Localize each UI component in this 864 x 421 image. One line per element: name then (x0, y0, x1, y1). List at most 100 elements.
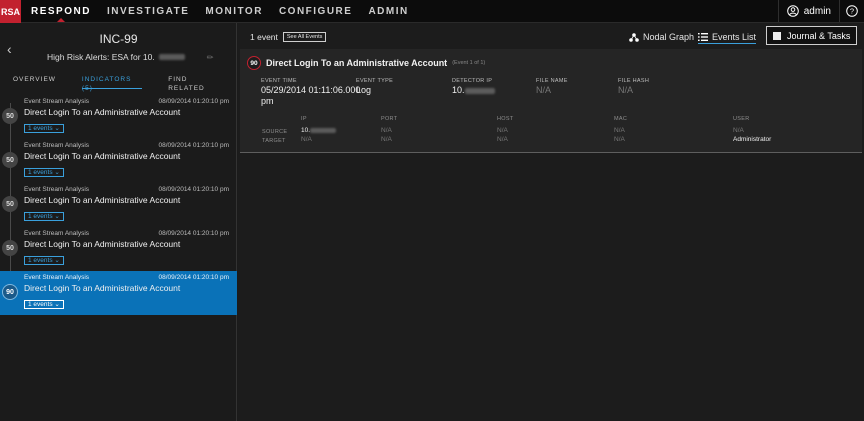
nav-monitor[interactable]: MONITOR (197, 0, 271, 22)
risk-score-badge: 50 (2, 240, 18, 256)
indicator-time: 08/09/2014 01:20:10 pm (158, 142, 229, 149)
events-count-label: 1 events (28, 169, 53, 176)
indicator-title: Direct Login To an Administrative Accoun… (24, 107, 181, 117)
svg-text:?: ? (850, 7, 854, 16)
indicator-title: Direct Login To an Administrative Accoun… (24, 239, 181, 249)
events-count-label: 1 events (28, 301, 53, 308)
incident-panel: ‹ INC-99 High Risk Alerts: ESA for 10. ✏… (0, 23, 237, 421)
event-count: 1 event See All Events (250, 32, 327, 42)
indicator-item[interactable]: 50 Event Stream Analysis 08/09/2014 01:20… (0, 183, 237, 227)
chevron-down-icon: ⌄ (54, 125, 60, 132)
nav-admin[interactable]: ADMIN (360, 0, 416, 22)
event-time-line1: 05/29/2014 01:11:06.000 (261, 85, 361, 95)
risk-score-badge: 50 (2, 152, 18, 168)
indicator-title: Direct Login To an Administrative Accoun… (24, 283, 181, 293)
help-icon: ? (846, 5, 858, 17)
user-name: admin (803, 5, 831, 17)
nav-configure[interactable]: CONFIGURE (271, 0, 361, 22)
target-port: N/A (381, 136, 392, 143)
tab-find-related[interactable]: FIND RELATED (155, 75, 237, 92)
rsa-logo[interactable]: RSA (0, 0, 21, 23)
incident-name-text: High Risk Alerts: ESA for 10. (47, 52, 155, 62)
redacted-ip (158, 54, 185, 60)
events-toolbar: 1 event See All Events Nodal Graph Event… (238, 23, 864, 49)
indicator-item[interactable]: 50 Event Stream Analysis 08/09/2014 01:20… (0, 139, 237, 183)
indicator-item[interactable]: 50 Event Stream Analysis 08/09/2014 01:20… (0, 95, 237, 139)
event-title: Direct Login To an Administrative Accoun… (266, 58, 448, 68)
indicator-item[interactable]: 50 Event Stream Analysis 08/09/2014 01:20… (0, 227, 237, 271)
risk-score-badge: 50 (2, 108, 18, 124)
events-dropdown-button[interactable]: 1 events ⌄ (24, 168, 64, 177)
chevron-down-icon: ⌄ (54, 301, 60, 308)
nodal-graph-icon (629, 32, 639, 42)
chevron-down-icon: ⌄ (54, 257, 60, 264)
row-label-source: SOURCE (262, 129, 288, 135)
event-detail-card[interactable]: 90 Direct Login To an Administrative Acc… (240, 49, 862, 153)
risk-score-badge: 90 (2, 284, 18, 300)
indicator-source: Event Stream Analysis (24, 186, 90, 193)
events-dropdown-button[interactable]: 1 events ⌄ (24, 256, 64, 265)
row-label-target: TARGET (262, 138, 286, 144)
column-header-mac: MAC (614, 116, 628, 122)
edit-pencil-icon[interactable]: ✏ (207, 53, 214, 62)
column-header-ip: IP (301, 116, 307, 122)
indicator-time: 08/09/2014 01:20:10 pm (158, 230, 229, 237)
chevron-down-icon: ⌄ (54, 169, 60, 176)
redacted-ip (310, 127, 337, 133)
help-button[interactable]: ? (839, 0, 864, 22)
file-hash-value: N/A (618, 85, 634, 95)
file-name-label: FILE NAME (536, 78, 568, 84)
events-dropdown-button[interactable]: 1 events ⌄ (24, 300, 64, 309)
tab-indicators[interactable]: INDICATORS (5) (69, 75, 155, 92)
nav-investigate[interactable]: INVESTIGATE (99, 0, 197, 22)
tab-overview[interactable]: OVERVIEW (0, 75, 69, 89)
journal-icon (773, 31, 781, 40)
event-index: (Event 1 of 1) (452, 60, 486, 66)
indicator-source: Event Stream Analysis (24, 274, 90, 281)
incident-name: High Risk Alerts: ESA for 10. ✏ (47, 52, 213, 62)
event-risk-score: 90 (247, 56, 261, 70)
events-panel: 1 event See All Events Nodal Graph Event… (238, 23, 864, 421)
event-time-line2: pm (261, 96, 274, 106)
indicator-time: 08/09/2014 01:20:10 pm (158, 186, 229, 193)
column-header-host: HOST (497, 116, 514, 122)
source-mac: N/A (614, 127, 625, 134)
indicator-item-selected[interactable]: 90 Event Stream Analysis 08/09/2014 01:20… (0, 271, 237, 315)
list-icon (698, 33, 708, 41)
events-count-label: 1 events (28, 257, 53, 264)
events-list-button[interactable]: Events List (698, 32, 757, 44)
indicator-time: 08/09/2014 01:20:10 pm (158, 98, 229, 105)
detector-ip-text: 10. (452, 85, 465, 95)
file-hash-label: FILE HASH (618, 78, 650, 84)
nodal-graph-button[interactable]: Nodal Graph (629, 32, 694, 42)
source-user: N/A (733, 127, 744, 134)
indicator-title: Direct Login To an Administrative Accoun… (24, 151, 181, 161)
detector-ip-value: 10. (452, 85, 495, 96)
detector-ip-label: DETECTOR IP (452, 78, 493, 84)
event-time-value: 05/29/2014 01:11:06.000 pm (261, 85, 360, 107)
source-host: N/A (497, 127, 508, 134)
journal-tasks-label: Journal & Tasks (787, 30, 851, 41)
see-all-events-button[interactable]: See All Events (282, 32, 327, 42)
nodal-graph-label: Nodal Graph (643, 32, 695, 42)
target-host: N/A (497, 136, 508, 143)
events-dropdown-button[interactable]: 1 events ⌄ (24, 212, 64, 221)
events-dropdown-button[interactable]: 1 events ⌄ (24, 124, 64, 133)
events-count-label: 1 events (28, 125, 53, 132)
events-list-label: Events List (712, 32, 757, 42)
nav-respond[interactable]: RESPOND (21, 0, 99, 22)
indicator-source: Event Stream Analysis (24, 230, 90, 237)
indicator-title: Direct Login To an Administrative Accoun… (24, 195, 181, 205)
top-nav: RSA RESPOND INVESTIGATE MONITOR CONFIGUR… (0, 0, 864, 23)
event-type-label: EVENT TYPE (356, 78, 394, 84)
indicator-list: 50 Event Stream Analysis 08/09/2014 01:20… (0, 95, 237, 315)
column-header-user: USER (733, 116, 750, 122)
event-type-value: Log (356, 85, 372, 95)
column-header-port: PORT (381, 116, 398, 122)
target-mac: N/A (614, 136, 625, 143)
journal-tasks-button[interactable]: Journal & Tasks (766, 26, 857, 45)
source-ip-text: 10. (301, 127, 311, 134)
incident-id: INC-99 (99, 32, 138, 46)
indicator-source: Event Stream Analysis (24, 142, 90, 149)
user-menu[interactable]: admin (777, 0, 839, 22)
